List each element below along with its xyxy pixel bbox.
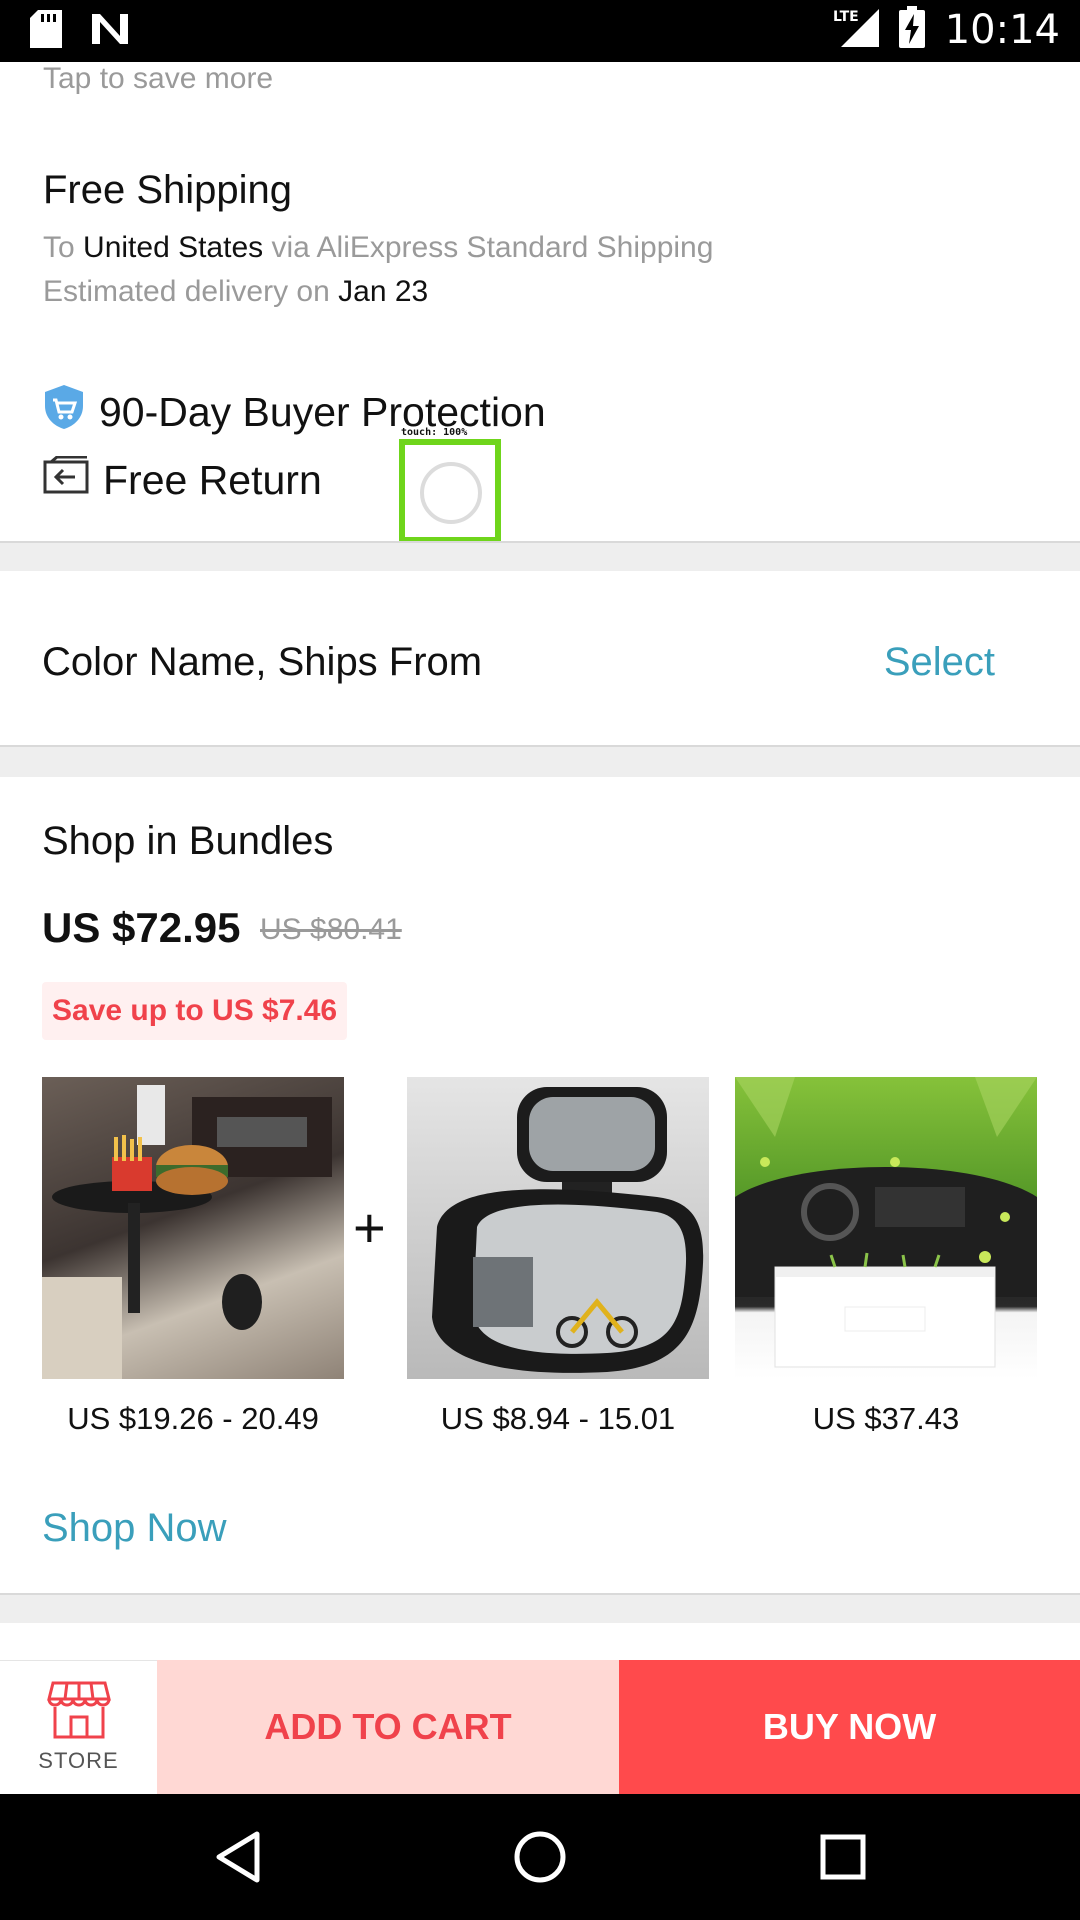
bundle-product-price: US $37.43 <box>812 1401 960 1436</box>
shipping-to-prefix: To <box>43 231 75 264</box>
free-return-label: Free Return <box>103 456 322 503</box>
touch-indicator-circle <box>420 462 482 524</box>
blind-spot-mirror-product-image[interactable] <box>407 1077 709 1379</box>
bundle-original-price: US $80.41 <box>260 913 402 946</box>
store-button-label: STORE <box>38 1748 119 1773</box>
n-logo-icon <box>90 12 130 51</box>
sd-card-icon <box>30 10 62 53</box>
status-time: 10:14 <box>944 6 1060 53</box>
bundle-product-2[interactable]: US $8.94 - 15.01 <box>407 1077 709 1437</box>
shipping-method: via AliExpress Standard Shipping <box>271 231 714 264</box>
free-return-row[interactable]: Free Return <box>43 455 322 504</box>
bundle-product-price: US $8.94 - 15.01 <box>440 1401 676 1436</box>
tap-to-save-text[interactable]: Tap to save more <box>43 62 273 96</box>
bundle-plus-sign: + <box>353 1196 386 1259</box>
buyer-protection-label: 90-Day Buyer Protection <box>99 388 546 435</box>
network-type: LTE <box>833 9 859 25</box>
section-divider <box>0 541 1080 571</box>
store-icon <box>46 1681 111 1744</box>
back-icon[interactable] <box>205 1822 275 1892</box>
car-air-purifier-product-image[interactable] <box>735 1077 1037 1379</box>
signal-icon: LTE <box>833 7 879 52</box>
bundle-product-1[interactable]: US $19.26 - 20.49 <box>42 1077 344 1437</box>
home-icon[interactable] <box>505 1822 575 1892</box>
recents-icon[interactable] <box>808 1822 878 1892</box>
bundle-product-price: US $19.26 - 20.49 <box>67 1401 319 1436</box>
delivery-prefix: Estimated delivery on <box>43 275 330 308</box>
bundle-save-badge: Save up to US $7.46 <box>42 982 348 1040</box>
add-to-cart-button[interactable]: ADD TO CART <box>157 1660 619 1794</box>
buy-now-button[interactable]: BUY NOW <box>619 1660 1080 1794</box>
store-button[interactable]: STORE <box>0 1660 157 1794</box>
product-detail-content[interactable]: Tap to save more Free Shipping To United… <box>0 62 1080 1660</box>
section-divider <box>0 1593 1080 1623</box>
shipping-delivery-line: Estimated delivery on Jan 23 <box>43 275 428 309</box>
shipping-destination: United States <box>83 231 264 264</box>
system-navigation-bar <box>0 1794 1080 1920</box>
buyer-protection-row[interactable]: 90-Day Buyer Protection <box>43 384 546 440</box>
section-divider <box>0 745 1080 777</box>
status-bar: LTE 10:14 <box>0 0 1080 62</box>
bundle-price: US $72.95 <box>42 904 241 951</box>
shipping-title[interactable]: Free Shipping <box>43 168 292 213</box>
return-icon <box>43 455 89 504</box>
variant-label: Color Name, Ships From <box>42 640 483 684</box>
select-variant-button[interactable]: Select <box>884 640 995 685</box>
touch-indicator-label: touch: 100% <box>401 427 468 438</box>
car-tray-product-image[interactable] <box>42 1077 344 1379</box>
delivery-date: Jan 23 <box>338 275 429 308</box>
shop-now-link[interactable]: Shop Now <box>42 1506 227 1551</box>
bottom-action-bar: STORE ADD TO CART BUY NOW <box>0 1660 1080 1794</box>
bundles-title: Shop in Bundles <box>42 819 334 863</box>
shield-cart-icon <box>43 384 85 440</box>
battery-charging-icon <box>898 6 925 53</box>
bundle-product-3[interactable]: US $37.43 <box>735 1077 1037 1437</box>
shipping-destination-line: To United States via AliExpress Standard… <box>43 231 713 265</box>
